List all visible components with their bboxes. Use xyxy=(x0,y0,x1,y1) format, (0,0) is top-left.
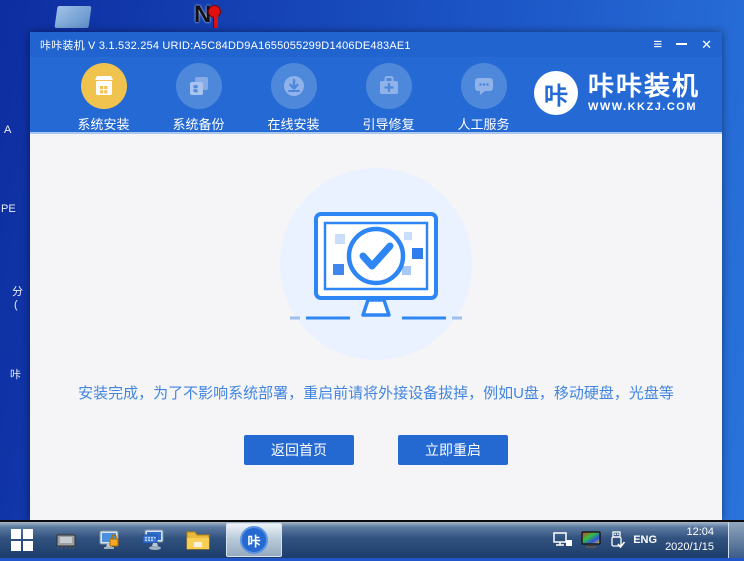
install-complete-illustration xyxy=(278,166,474,362)
kaka-taskbar-icon: 咔 xyxy=(240,526,268,554)
brand-text: 咔咔装机 WWW.KKZJ.COM xyxy=(588,73,700,112)
kaka-installer-window: 咔咔装机 V 3.1.532.254 URID:A5C84DD9A1655055… xyxy=(30,32,722,520)
show-desktop-button[interactable] xyxy=(728,522,744,558)
nav-item-manual-service[interactable]: 人工服务 xyxy=(436,63,531,133)
main-content: 安装完成，为了不影响系统部署，重启前请将外接设备拔掉，例如U盘，移动硬盘，光盘等… xyxy=(30,134,722,518)
window-controls: ≡ ✕ xyxy=(653,37,712,52)
display-color-icon[interactable] xyxy=(581,531,601,549)
clock-time: 12:04 xyxy=(665,525,714,540)
minimize-icon[interactable] xyxy=(676,43,687,47)
clock[interactable]: 12:04 2020/1/15 xyxy=(665,525,718,555)
brand-site: WWW.KKZJ.COM xyxy=(588,101,700,113)
close-icon[interactable]: ✕ xyxy=(701,38,712,51)
language-indicator[interactable]: ENG xyxy=(633,534,657,546)
return-home-button[interactable]: 返回首页 xyxy=(244,435,354,465)
desktop-label-fragment: ( xyxy=(14,299,18,311)
nav-item-system-backup[interactable]: 系统备份 xyxy=(151,63,246,133)
monitor-lock-icon[interactable] xyxy=(88,522,132,558)
folder-icon[interactable] xyxy=(176,522,220,558)
completion-message: 安装完成，为了不影响系统部署，重启前请将外接设备拔掉，例如U盘，移动硬盘，光盘等 xyxy=(58,382,694,403)
backup-windows-icon xyxy=(176,63,222,109)
taskbar-left: 咔 xyxy=(0,522,282,558)
desktop-app-icon-n[interactable]: N xyxy=(194,3,228,31)
brand-logo: 咔 咔咔装机 WWW.KKZJ.COM xyxy=(534,63,700,115)
nav-item-online-install[interactable]: 在线安装 xyxy=(246,63,341,133)
start-button[interactable] xyxy=(0,522,44,558)
kaka-logo-icon: 咔 xyxy=(534,71,578,115)
window-title: 咔咔装机 V 3.1.532.254 URID:A5C84DD9A1655055… xyxy=(40,37,411,53)
nav-label: 系统备份 xyxy=(151,114,246,133)
desktop-label-fragment: A xyxy=(4,124,11,136)
nav-label: 引导修复 xyxy=(341,114,436,133)
nav-label: 在线安装 xyxy=(246,114,341,133)
cpu-chip-icon[interactable] xyxy=(44,522,88,558)
download-icon xyxy=(271,63,317,109)
system-tray: ENG 12:04 2020/1/15 xyxy=(553,522,744,558)
nav-label: 系统安装 xyxy=(56,114,151,133)
desktop-label-fragment: 咔 xyxy=(10,366,21,382)
menu-icon[interactable]: ≡ xyxy=(653,37,662,52)
kaka-taskbar-button[interactable]: 咔 xyxy=(226,523,282,557)
monitor-keyboard-icon[interactable] xyxy=(132,522,176,558)
clock-date: 2020/1/15 xyxy=(665,540,714,555)
install-box-icon xyxy=(81,63,127,109)
action-buttons: 返回首页 立即重启 xyxy=(244,435,508,465)
taskbar: 咔 xyxy=(0,520,744,558)
usb-eject-icon[interactable] xyxy=(609,531,625,549)
network-icon[interactable] xyxy=(553,532,573,548)
chat-service-icon xyxy=(461,63,507,109)
brand-name: 咔咔装机 xyxy=(588,73,700,100)
repair-toolbox-icon xyxy=(366,63,412,109)
nav-item-system-install[interactable]: 系统安装 xyxy=(56,63,151,133)
windows-logo-icon xyxy=(11,529,33,551)
navbar: 系统安装 系统备份 xyxy=(30,57,722,134)
restart-now-button[interactable]: 立即重启 xyxy=(398,435,508,465)
desktop-background: N A PE 分 ( 咔 咔咔装机 V 3.1.532.254 URID:A5C… xyxy=(0,0,744,561)
desktop-display-icon[interactable] xyxy=(54,6,91,28)
nav-item-boot-repair[interactable]: 引导修复 xyxy=(341,63,436,133)
desktop-label-fragment: 分 xyxy=(12,283,23,299)
red-key-icon xyxy=(208,5,221,18)
desktop-label-fragment: PE xyxy=(1,203,16,215)
nav-label: 人工服务 xyxy=(436,114,531,133)
titlebar[interactable]: 咔咔装机 V 3.1.532.254 URID:A5C84DD9A1655055… xyxy=(30,32,722,57)
